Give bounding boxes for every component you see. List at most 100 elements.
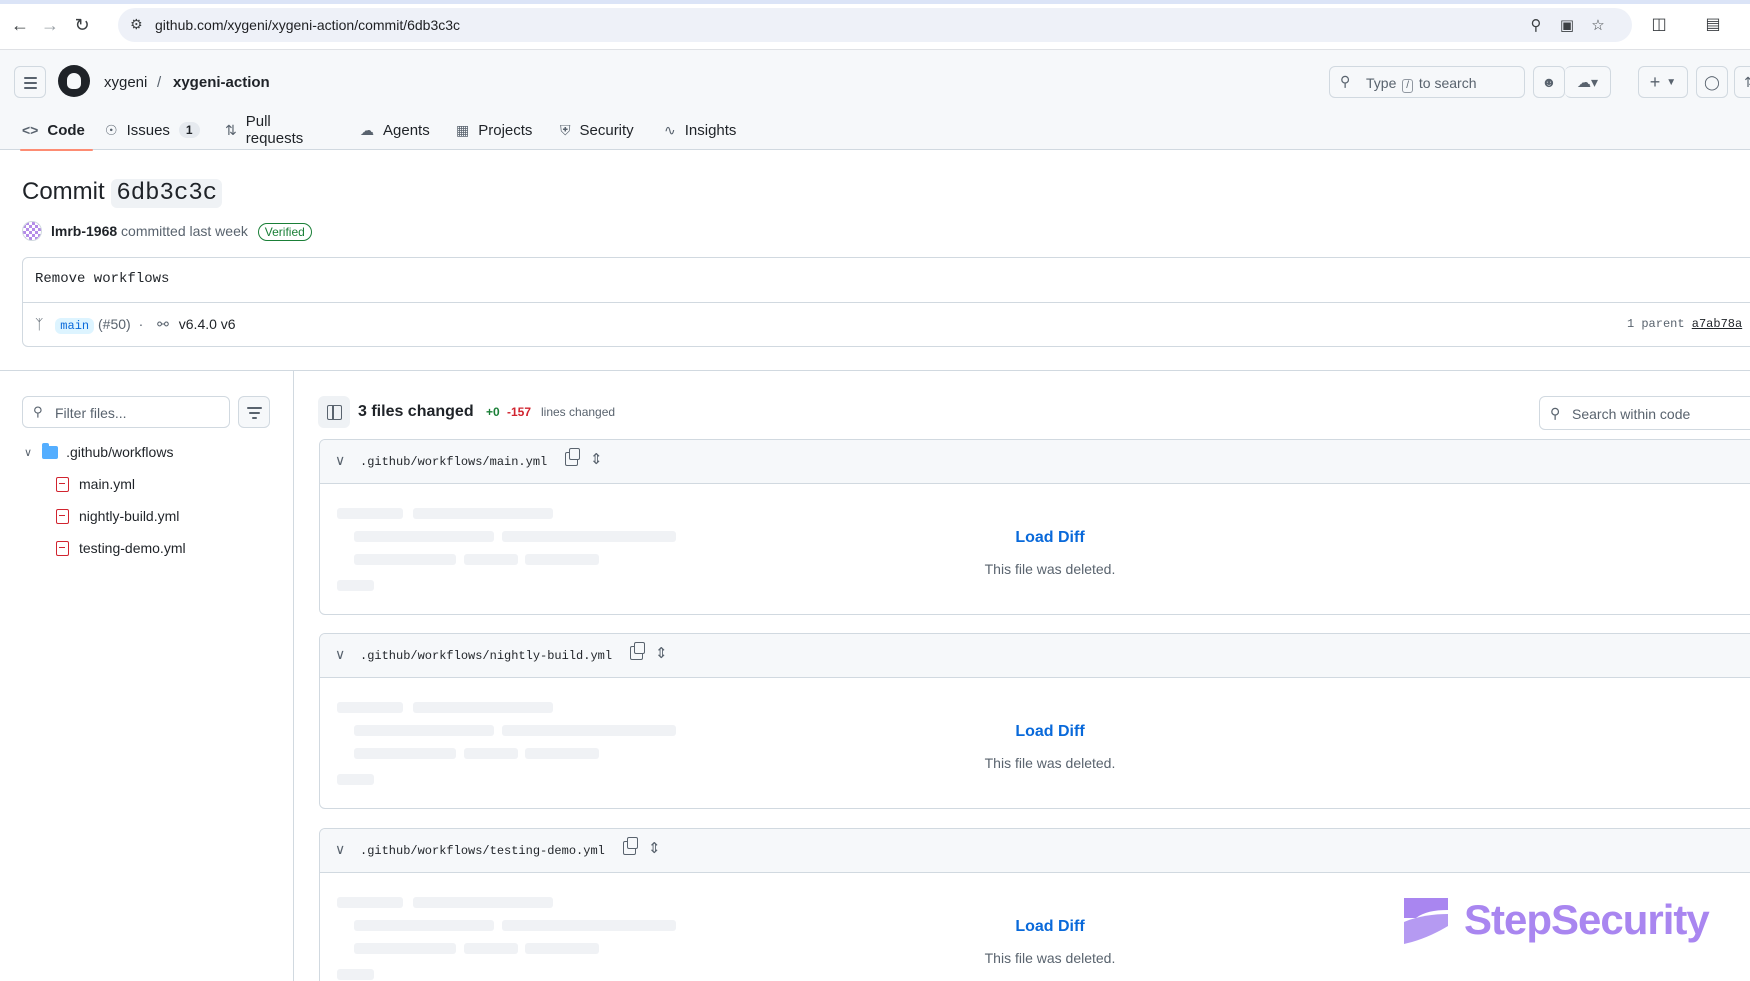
bookmark-star-icon[interactable]: ☆ bbox=[1588, 16, 1608, 34]
repo-link[interactable]: xygeni-action bbox=[173, 74, 270, 91]
copy-icon[interactable] bbox=[623, 837, 638, 855]
search-within-code-placeholder: Search within code bbox=[1572, 406, 1691, 422]
copy-icon[interactable] bbox=[630, 642, 645, 660]
parent-sha-link[interactable]: a7ab78a bbox=[1692, 317, 1742, 331]
diff-file-card: ∨ .github/workflows/nightly-build.yml ⇕ … bbox=[319, 633, 1750, 809]
diff-file-header: ∨ .github/workflows/testing-demo.yml ⇕ bbox=[320, 829, 1750, 873]
install-app-icon[interactable]: ▣ bbox=[1557, 16, 1577, 34]
reload-icon[interactable]: ↻ bbox=[69, 12, 95, 38]
pull-requests-button[interactable]: ⇅ bbox=[1734, 66, 1750, 98]
tab-pull-requests[interactable]: ⇅ Pull requests bbox=[225, 110, 303, 150]
collapse-chevron-icon[interactable]: ∨ bbox=[335, 452, 345, 469]
search-within-code-input[interactable]: ⚲ Search within code bbox=[1539, 396, 1750, 430]
repo-header: xygeni / xygeni-action ⚲ Type / to searc… bbox=[0, 50, 1750, 151]
folder-name: .github/workflows bbox=[66, 444, 174, 460]
browser-toolbar: ← → ↻ ⚙ github.com/xygeni/xygeni-action/… bbox=[0, 0, 1750, 50]
copilot-button[interactable]: ☻ bbox=[1533, 66, 1565, 98]
address-url[interactable]: github.com/xygeni/xygeni-action/commit/6… bbox=[155, 17, 460, 33]
filter-line-icon bbox=[247, 407, 262, 409]
skeleton-line bbox=[354, 531, 494, 542]
pr-link[interactable]: (#50) bbox=[98, 316, 131, 332]
filter-files-input[interactable]: ⚲ Filter files... bbox=[22, 396, 230, 428]
tab-label: Agents bbox=[383, 121, 430, 139]
skeleton-line bbox=[413, 702, 553, 713]
author-link[interactable]: lmrb-1968 bbox=[51, 223, 117, 239]
tab-issues[interactable]: ☉ Issues 1 bbox=[105, 110, 200, 150]
skeleton-line bbox=[337, 580, 374, 591]
tab-code[interactable]: <> Code bbox=[20, 110, 93, 151]
skeleton-line bbox=[337, 774, 374, 785]
commit-message-box: Remove workflows ᛉ main (#50) · ⚯ v6.4.0… bbox=[22, 257, 1750, 347]
cloud-icon: ☁▾ bbox=[1576, 73, 1599, 90]
tree-file[interactable]: nightly-build.yml bbox=[56, 504, 179, 528]
additions-count: +0 bbox=[486, 405, 500, 419]
folder-icon bbox=[42, 442, 59, 459]
create-new-button[interactable]: + ▼ bbox=[1638, 66, 1688, 98]
expand-icon[interactable]: ⇕ bbox=[648, 839, 661, 857]
back-arrow-icon[interactable]: ← bbox=[7, 12, 33, 38]
commit-title-prefix: Commit bbox=[22, 178, 105, 205]
file-name: nightly-build.yml bbox=[79, 508, 180, 524]
zoom-icon[interactable]: ⚲ bbox=[1526, 16, 1546, 34]
extensions-icon[interactable]: ◫ bbox=[1646, 12, 1672, 38]
search-suffix: to search bbox=[1418, 75, 1477, 91]
copilot-menu-button[interactable]: ☁▾ bbox=[1565, 66, 1611, 98]
stepsecurity-logo-icon bbox=[1404, 898, 1448, 944]
agent-icon: ☁ bbox=[360, 121, 374, 138]
side-panel-icon[interactable]: ▤ bbox=[1700, 12, 1726, 38]
tab-projects[interactable]: ▦ Projects bbox=[456, 110, 532, 150]
tab-agents[interactable]: ☁ Agents bbox=[360, 110, 430, 150]
tree-file[interactable]: main.yml bbox=[56, 472, 135, 496]
skeleton-line bbox=[464, 554, 518, 565]
github-logo-icon[interactable] bbox=[58, 65, 90, 97]
search-prefix: Type bbox=[1366, 75, 1397, 91]
menu-button[interactable] bbox=[14, 66, 46, 98]
skeleton-line bbox=[354, 554, 456, 565]
committed-text: committed last week bbox=[121, 223, 248, 239]
filter-line-icon bbox=[252, 417, 257, 419]
skeleton-line bbox=[337, 969, 374, 980]
issue-icon: ☉ bbox=[105, 121, 118, 138]
skeleton-line bbox=[354, 725, 494, 736]
copy-icon[interactable] bbox=[565, 448, 580, 466]
collapse-chevron-icon[interactable]: ∨ bbox=[335, 646, 345, 663]
file-deleted-icon bbox=[56, 540, 69, 556]
diff-file-path[interactable]: .github/workflows/main.yml bbox=[360, 455, 547, 469]
skeleton-line bbox=[525, 748, 599, 759]
skeleton-line bbox=[525, 943, 599, 954]
tab-security[interactable]: ⛨ Security bbox=[560, 110, 634, 150]
file-deleted-note: This file was deleted. bbox=[984, 561, 1116, 577]
commit-message: Remove workflows bbox=[35, 271, 170, 287]
filter-placeholder: Filter files... bbox=[55, 405, 127, 421]
expand-icon[interactable]: ⇕ bbox=[590, 450, 603, 468]
expand-icon[interactable]: ⇕ bbox=[655, 644, 668, 662]
tags-list[interactable]: v6.4.0 v6 bbox=[179, 316, 236, 332]
verified-badge[interactable]: Verified bbox=[257, 223, 312, 241]
table-icon: ▦ bbox=[456, 121, 470, 138]
owner-link[interactable]: xygeni bbox=[104, 74, 147, 91]
menu-bar-icon bbox=[24, 82, 37, 84]
tab-insights[interactable]: ∿ Insights bbox=[664, 110, 736, 150]
tree-file[interactable]: testing-demo.yml bbox=[56, 536, 186, 560]
load-diff-button[interactable]: Load Diff bbox=[940, 918, 1160, 936]
avatar[interactable] bbox=[22, 221, 42, 241]
site-info-icon[interactable]: ⚙ bbox=[130, 16, 150, 34]
file-tree-panel: ⚲ Filter files... ∨ .github/workflows ma… bbox=[0, 371, 294, 981]
search-input[interactable]: ⚲ Type / to search bbox=[1329, 66, 1525, 98]
branch-link[interactable]: main bbox=[55, 318, 95, 334]
issues-button[interactable]: ◯ bbox=[1696, 66, 1728, 98]
load-diff-button[interactable]: Load Diff bbox=[940, 723, 1160, 741]
forward-arrow-icon[interactable]: → bbox=[37, 12, 63, 38]
tree-folder[interactable]: ∨ .github/workflows bbox=[24, 440, 173, 464]
git-branch-icon: ᛉ bbox=[35, 316, 44, 332]
diff-file-path[interactable]: .github/workflows/testing-demo.yml bbox=[360, 844, 605, 858]
collapse-chevron-icon[interactable]: ∨ bbox=[335, 841, 345, 858]
diff-file-path[interactable]: .github/workflows/nightly-build.yml bbox=[360, 649, 612, 663]
filter-options-button[interactable] bbox=[238, 396, 270, 428]
commit-sha[interactable]: 6db3c3c bbox=[111, 179, 223, 208]
address-bar[interactable]: ⚙ github.com/xygeni/xygeni-action/commit… bbox=[118, 8, 1632, 42]
skeleton-line bbox=[337, 508, 403, 519]
load-diff-button[interactable]: Load Diff bbox=[940, 529, 1160, 547]
search-icon: ⚲ bbox=[1550, 405, 1561, 421]
toggle-file-tree-button[interactable] bbox=[318, 396, 350, 428]
